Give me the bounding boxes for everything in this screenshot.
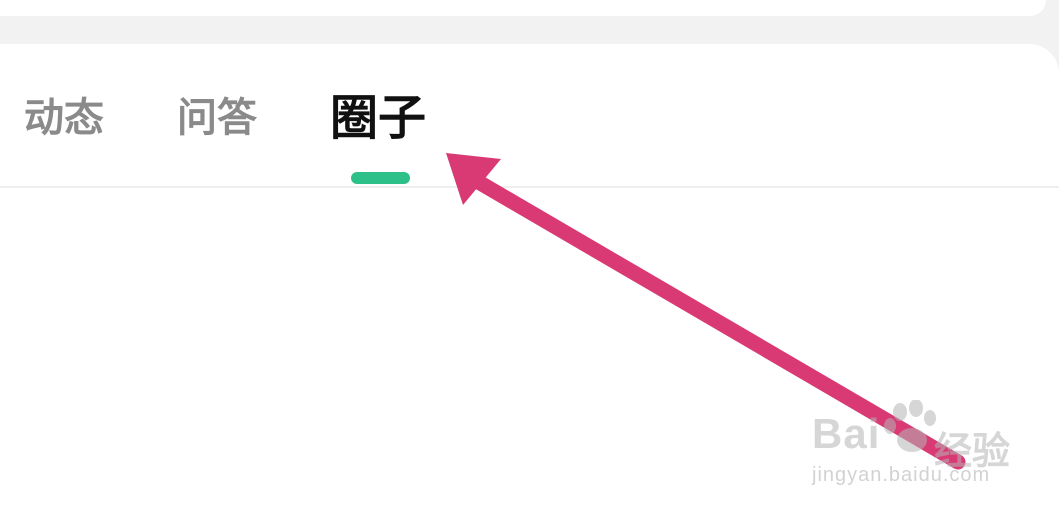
baidu-jingyan-watermark: Bai 经验 jingyan.baidu.com xyxy=(812,400,1052,500)
active-tab-indicator xyxy=(351,172,410,184)
top-card xyxy=(0,0,1046,16)
watermark-url: jingyan.baidu.com xyxy=(812,464,991,486)
tab-wenda[interactable]: 问答 xyxy=(177,90,257,146)
tab-quanzi[interactable]: 圈子 xyxy=(330,86,426,150)
tab-bar: 动态 问答 圈子 xyxy=(0,44,1059,188)
watermark-brand: Bai xyxy=(812,410,881,457)
tab-dongtai[interactable]: 动态 xyxy=(24,90,104,146)
